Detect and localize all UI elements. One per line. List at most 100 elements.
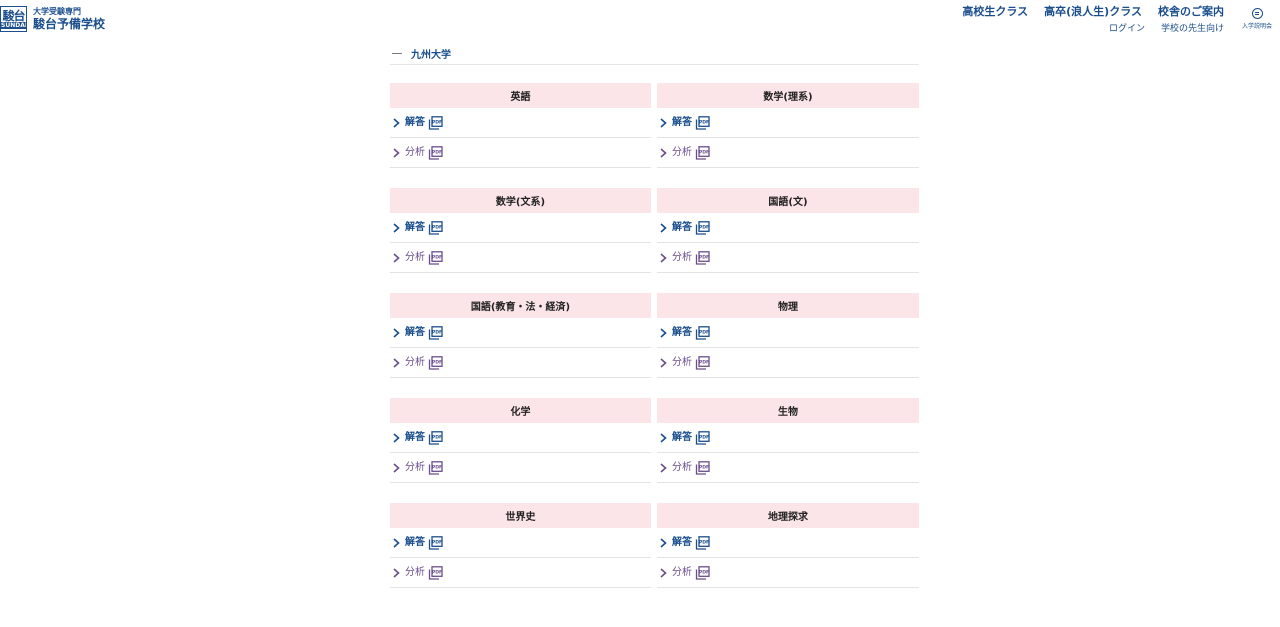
logo-roman: SUNDAI	[1, 21, 27, 29]
answer-link[interactable]: 解答 PDF	[390, 528, 651, 558]
answer-link[interactable]: 解答 PDF	[390, 318, 651, 348]
answer-link[interactable]: 解答 PDF	[657, 528, 919, 558]
chevron-right-icon	[393, 147, 400, 158]
subject-card: 世界史 解答 PDF 分析 PDF	[390, 503, 651, 588]
analysis-label: 分析	[405, 461, 425, 473]
pdf-icon: PDF	[695, 250, 710, 265]
analysis-link[interactable]: 分析 PDF	[390, 348, 651, 378]
subject-title: 数学(理系)	[657, 83, 919, 108]
breadcrumb: 九州大学	[390, 44, 919, 65]
sub-nav: ログイン 学校の先生向け	[1109, 23, 1224, 35]
chevron-right-icon	[393, 117, 400, 128]
analysis-link[interactable]: 分析 PDF	[657, 243, 919, 273]
analysis-label: 分析	[672, 146, 692, 158]
answer-label: 解答	[405, 116, 425, 128]
info-session-icon	[1251, 8, 1263, 19]
subject-card: 地理探求 解答 PDF 分析 PDF	[657, 503, 919, 588]
chevron-right-icon	[393, 252, 400, 263]
breadcrumb-current: 九州大学	[411, 50, 451, 61]
analysis-link[interactable]: 分析 PDF	[390, 453, 651, 483]
analysis-label: 分析	[405, 356, 425, 368]
svg-text:PDF: PDF	[699, 464, 709, 470]
pdf-icon: PDF	[428, 430, 443, 445]
analysis-label: 分析	[672, 356, 692, 368]
chevron-right-icon	[660, 537, 667, 548]
chevron-right-icon	[660, 117, 667, 128]
answer-label: 解答	[672, 326, 692, 338]
analysis-link[interactable]: 分析 PDF	[390, 243, 651, 273]
answer-link[interactable]: 解答 PDF	[657, 318, 919, 348]
chevron-right-icon	[660, 462, 667, 473]
chevron-right-icon	[660, 327, 667, 338]
chevron-right-icon	[660, 222, 667, 233]
answer-label: 解答	[672, 116, 692, 128]
info-session-button[interactable]: 入学説明会	[1237, 8, 1277, 30]
pdf-icon: PDF	[695, 220, 710, 235]
pdf-icon: PDF	[695, 145, 710, 160]
answer-label: 解答	[405, 326, 425, 338]
svg-text:PDF: PDF	[432, 254, 442, 260]
chevron-right-icon	[660, 357, 667, 368]
pdf-icon: PDF	[428, 115, 443, 130]
analysis-link[interactable]: 分析 PDF	[657, 138, 919, 168]
subject-title: 地理探求	[657, 503, 919, 528]
logo-mark: 駿台 SUNDAI	[0, 6, 27, 32]
analysis-link[interactable]: 分析 PDF	[390, 138, 651, 168]
answer-label: 解答	[672, 221, 692, 233]
logo-title: 駿台予備学校	[33, 17, 106, 31]
chevron-right-icon	[393, 462, 400, 473]
answer-link[interactable]: 解答 PDF	[657, 423, 919, 453]
subject-grid: 英語 解答 PDF 分析 PDF 数学(理系) 解答 PDF 分析 PDF 数学…	[390, 83, 919, 588]
analysis-label: 分析	[405, 146, 425, 158]
svg-text:PDF: PDF	[699, 149, 709, 155]
subject-card: 数学(理系) 解答 PDF 分析 PDF	[657, 83, 919, 168]
subject-title: 生物	[657, 398, 919, 423]
analysis-label: 分析	[672, 251, 692, 263]
svg-text:PDF: PDF	[432, 539, 442, 545]
answer-label: 解答	[672, 536, 692, 548]
answer-link[interactable]: 解答 PDF	[390, 108, 651, 138]
pdf-icon: PDF	[428, 565, 443, 580]
subject-card: 国語(文) 解答 PDF 分析 PDF	[657, 188, 919, 273]
svg-text:PDF: PDF	[432, 119, 442, 125]
analysis-label: 分析	[405, 566, 425, 578]
chevron-right-icon	[393, 537, 400, 548]
site-logo[interactable]: 駿台 SUNDAI 大学受験専門 駿台予備学校	[0, 6, 105, 32]
subject-card: 化学 解答 PDF 分析 PDF	[390, 398, 651, 483]
nav-ronin-class[interactable]: 高卒(浪人生)クラス	[1044, 5, 1142, 19]
analysis-link[interactable]: 分析 PDF	[390, 558, 651, 588]
nav-campus-guide[interactable]: 校舎のご案内	[1158, 5, 1224, 19]
subject-card: 英語 解答 PDF 分析 PDF	[390, 83, 651, 168]
svg-text:PDF: PDF	[699, 539, 709, 545]
answer-label: 解答	[405, 431, 425, 443]
subject-card: 国語(教育・法・経済) 解答 PDF 分析 PDF	[390, 293, 651, 378]
logo-text: 大学受験専門 駿台予備学校	[33, 7, 105, 31]
subject-card: 生物 解答 PDF 分析 PDF	[657, 398, 919, 483]
analysis-link[interactable]: 分析 PDF	[657, 453, 919, 483]
answer-link[interactable]: 解答 PDF	[657, 108, 919, 138]
analysis-link[interactable]: 分析 PDF	[657, 558, 919, 588]
answer-link[interactable]: 解答 PDF	[390, 423, 651, 453]
subject-title: 世界史	[390, 503, 651, 528]
subject-card: 物理 解答 PDF 分析 PDF	[657, 293, 919, 378]
logo-kanji: 駿台	[2, 8, 25, 23]
nav-for-teachers[interactable]: 学校の先生向け	[1161, 23, 1224, 35]
pdf-icon: PDF	[428, 250, 443, 265]
pdf-icon: PDF	[695, 535, 710, 550]
answer-link[interactable]: 解答 PDF	[390, 213, 651, 243]
pdf-icon: PDF	[428, 355, 443, 370]
breadcrumb-dash	[392, 53, 402, 54]
svg-text:PDF: PDF	[432, 569, 442, 575]
svg-text:PDF: PDF	[432, 434, 442, 440]
info-session-label: 入学説明会	[1241, 23, 1272, 30]
subject-card: 数学(文系) 解答 PDF 分析 PDF	[390, 188, 651, 273]
nav-login[interactable]: ログイン	[1109, 23, 1145, 35]
answer-link[interactable]: 解答 PDF	[657, 213, 919, 243]
pdf-icon: PDF	[695, 430, 710, 445]
logo-subtitle: 大学受験専門	[33, 7, 81, 16]
svg-text:PDF: PDF	[432, 224, 442, 230]
analysis-link[interactable]: 分析 PDF	[657, 348, 919, 378]
nav-high-school-class[interactable]: 高校生クラス	[962, 5, 1028, 19]
svg-text:PDF: PDF	[432, 149, 442, 155]
answer-label: 解答	[405, 221, 425, 233]
